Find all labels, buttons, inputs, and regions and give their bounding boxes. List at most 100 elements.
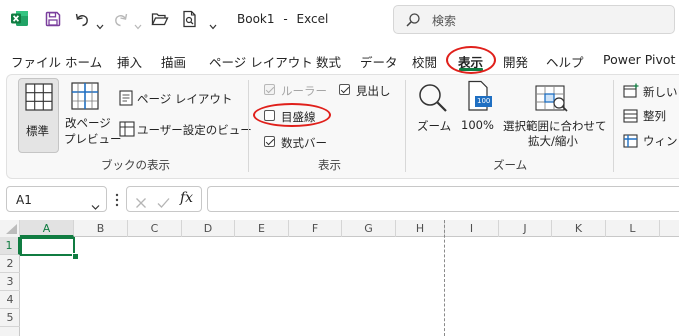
- normal-view-label: 標準: [26, 124, 49, 138]
- column-header-I[interactable]: I: [445, 220, 499, 237]
- redo-dropdown-icon: [134, 15, 142, 34]
- custom-views-label: ユーザー設定のビュー: [137, 123, 252, 137]
- formula-bar-check-box[interactable]: [264, 136, 275, 147]
- row-header-2[interactable]: 2: [0, 255, 20, 273]
- menu-bar: ファイル ホーム 挿入 描画 ページ レイアウト 数式 データ 校閲 表示 開発…: [0, 44, 679, 72]
- name-box-dropdown-icon[interactable]: [91, 196, 100, 215]
- row-header-5[interactable]: 5: [0, 309, 20, 327]
- page-break-line: [444, 220, 445, 336]
- column-header-C[interactable]: C: [128, 220, 182, 237]
- zoom-100-badge: 100: [477, 97, 491, 105]
- column-header-A[interactable]: A: [20, 220, 74, 237]
- show-group-label: 表示: [318, 158, 341, 172]
- zoom-button[interactable]: ズーム: [413, 80, 455, 136]
- page-layout-view-button[interactable]: ページ レイアウト: [115, 88, 235, 108]
- formula-bar-checkbox[interactable]: 数式バー: [262, 134, 332, 150]
- freeze-panes-button[interactable]: ウィンド: [621, 131, 679, 149]
- arrange-all-icon: [623, 108, 638, 124]
- arrange-all-label: 整列: [643, 109, 666, 123]
- active-cell-A1[interactable]: [20, 237, 75, 256]
- normal-view-button[interactable]: 標準: [18, 78, 59, 153]
- name-box-value: A1: [16, 193, 32, 207]
- print-preview-icon[interactable]: [182, 10, 198, 32]
- column-header-L[interactable]: L: [606, 220, 660, 237]
- cell-area[interactable]: [21, 237, 679, 336]
- custom-views-icon: [119, 121, 135, 141]
- save-icon[interactable]: [45, 11, 61, 31]
- tab-power-pivot[interactable]: Power Pivot: [603, 52, 675, 67]
- normal-view-icon: [25, 83, 53, 115]
- annotation-circle-gridlines: [253, 103, 331, 127]
- freeze-panes-label: ウィンド: [643, 134, 679, 148]
- formula-input[interactable]: [207, 186, 679, 212]
- separator-zoom: [613, 80, 614, 172]
- column-header-F[interactable]: F: [289, 220, 342, 237]
- row-header-1[interactable]: 1: [0, 237, 20, 255]
- undo-dropdown-icon[interactable]: [96, 15, 104, 34]
- zoom-to-selection-button[interactable]: 選択範囲に合わせて 拡大/縮小: [502, 80, 607, 148]
- zoom-label: ズーム: [417, 119, 452, 133]
- select-all-button[interactable]: [0, 220, 20, 237]
- column-header-E[interactable]: E: [235, 220, 289, 237]
- page-layout-label: ページ レイアウト: [137, 92, 233, 106]
- column-header-J[interactable]: J: [499, 220, 552, 237]
- ruler-checkbox: ルーラー: [262, 82, 332, 98]
- row-header-3[interactable]: 3: [0, 273, 20, 291]
- ruler-check-box: [264, 84, 275, 95]
- tab-file[interactable]: ファイル: [11, 52, 61, 71]
- column-header-B[interactable]: B: [74, 220, 128, 237]
- zoom-to-selection-label-2: 拡大/縮小: [528, 134, 578, 148]
- tab-page-layout[interactable]: ページ レイアウト: [209, 52, 313, 71]
- column-header-G[interactable]: G: [342, 220, 396, 237]
- tab-data[interactable]: データ: [360, 52, 398, 71]
- search-icon: [405, 12, 421, 32]
- new-window-button[interactable]: 新しいウ: [621, 82, 679, 100]
- ruler-label: ルーラー: [281, 84, 327, 98]
- formula-bar-label: 数式バー: [281, 136, 327, 150]
- tab-formulas[interactable]: 数式: [316, 52, 341, 71]
- arrange-all-button[interactable]: 整列: [621, 106, 679, 124]
- search-box[interactable]: 検索: [393, 5, 675, 34]
- zoom-to-selection-icon: [535, 82, 569, 118]
- tab-insert[interactable]: 挿入: [117, 52, 142, 71]
- column-header-H[interactable]: H: [396, 220, 445, 237]
- undo-icon[interactable]: [74, 11, 90, 31]
- tab-help[interactable]: ヘルプ: [546, 52, 584, 71]
- zoom-100-label: 100%: [461, 118, 494, 132]
- zoom-icon: [417, 82, 449, 118]
- document-title: Book1 - Excel: [237, 12, 328, 26]
- tab-draw[interactable]: 描画: [161, 52, 186, 71]
- headings-label: 見出し: [356, 84, 391, 98]
- tab-home[interactable]: ホーム: [65, 52, 102, 71]
- confirm-entry-icon: [157, 194, 170, 213]
- qat-customize-icon[interactable]: [209, 15, 217, 34]
- cancel-entry-icon: [135, 194, 147, 213]
- separator-show: [405, 80, 406, 172]
- new-window-icon: [623, 83, 639, 100]
- headings-checkbox[interactable]: 見出し: [337, 82, 397, 98]
- formula-buttons: fx: [126, 186, 202, 212]
- headings-check-box[interactable]: [339, 84, 350, 95]
- tab-developer[interactable]: 開発: [503, 52, 528, 71]
- zoom-group-label: ズーム: [493, 158, 528, 172]
- doc-name: Book1: [237, 12, 275, 26]
- column-header-K[interactable]: K: [552, 220, 606, 237]
- formula-bar-more-icon[interactable]: [115, 192, 119, 211]
- column-header-D[interactable]: D: [182, 220, 235, 237]
- insert-function-button[interactable]: fx: [180, 190, 193, 206]
- zoom-100-button[interactable]: 100 100%: [459, 80, 497, 136]
- book-view-group-label: ブックの表示: [101, 158, 170, 172]
- title-separator: -: [283, 12, 288, 26]
- custom-views-button[interactable]: ユーザー設定のビュー: [115, 118, 252, 141]
- open-folder-icon[interactable]: [151, 11, 169, 31]
- page-break-preview-button[interactable]: 改ページ プレビュー: [60, 78, 122, 153]
- separator-book-view: [248, 80, 249, 172]
- name-box[interactable]: A1: [6, 186, 107, 212]
- search-placeholder: 検索: [432, 14, 457, 28]
- row-header-4[interactable]: 4: [0, 291, 20, 309]
- new-window-label: 新しいウ: [643, 85, 679, 99]
- tab-review[interactable]: 校閲: [412, 52, 437, 71]
- fill-handle[interactable]: [72, 253, 79, 260]
- redo-icon[interactable]: [113, 11, 129, 31]
- app-name: Excel: [296, 12, 329, 26]
